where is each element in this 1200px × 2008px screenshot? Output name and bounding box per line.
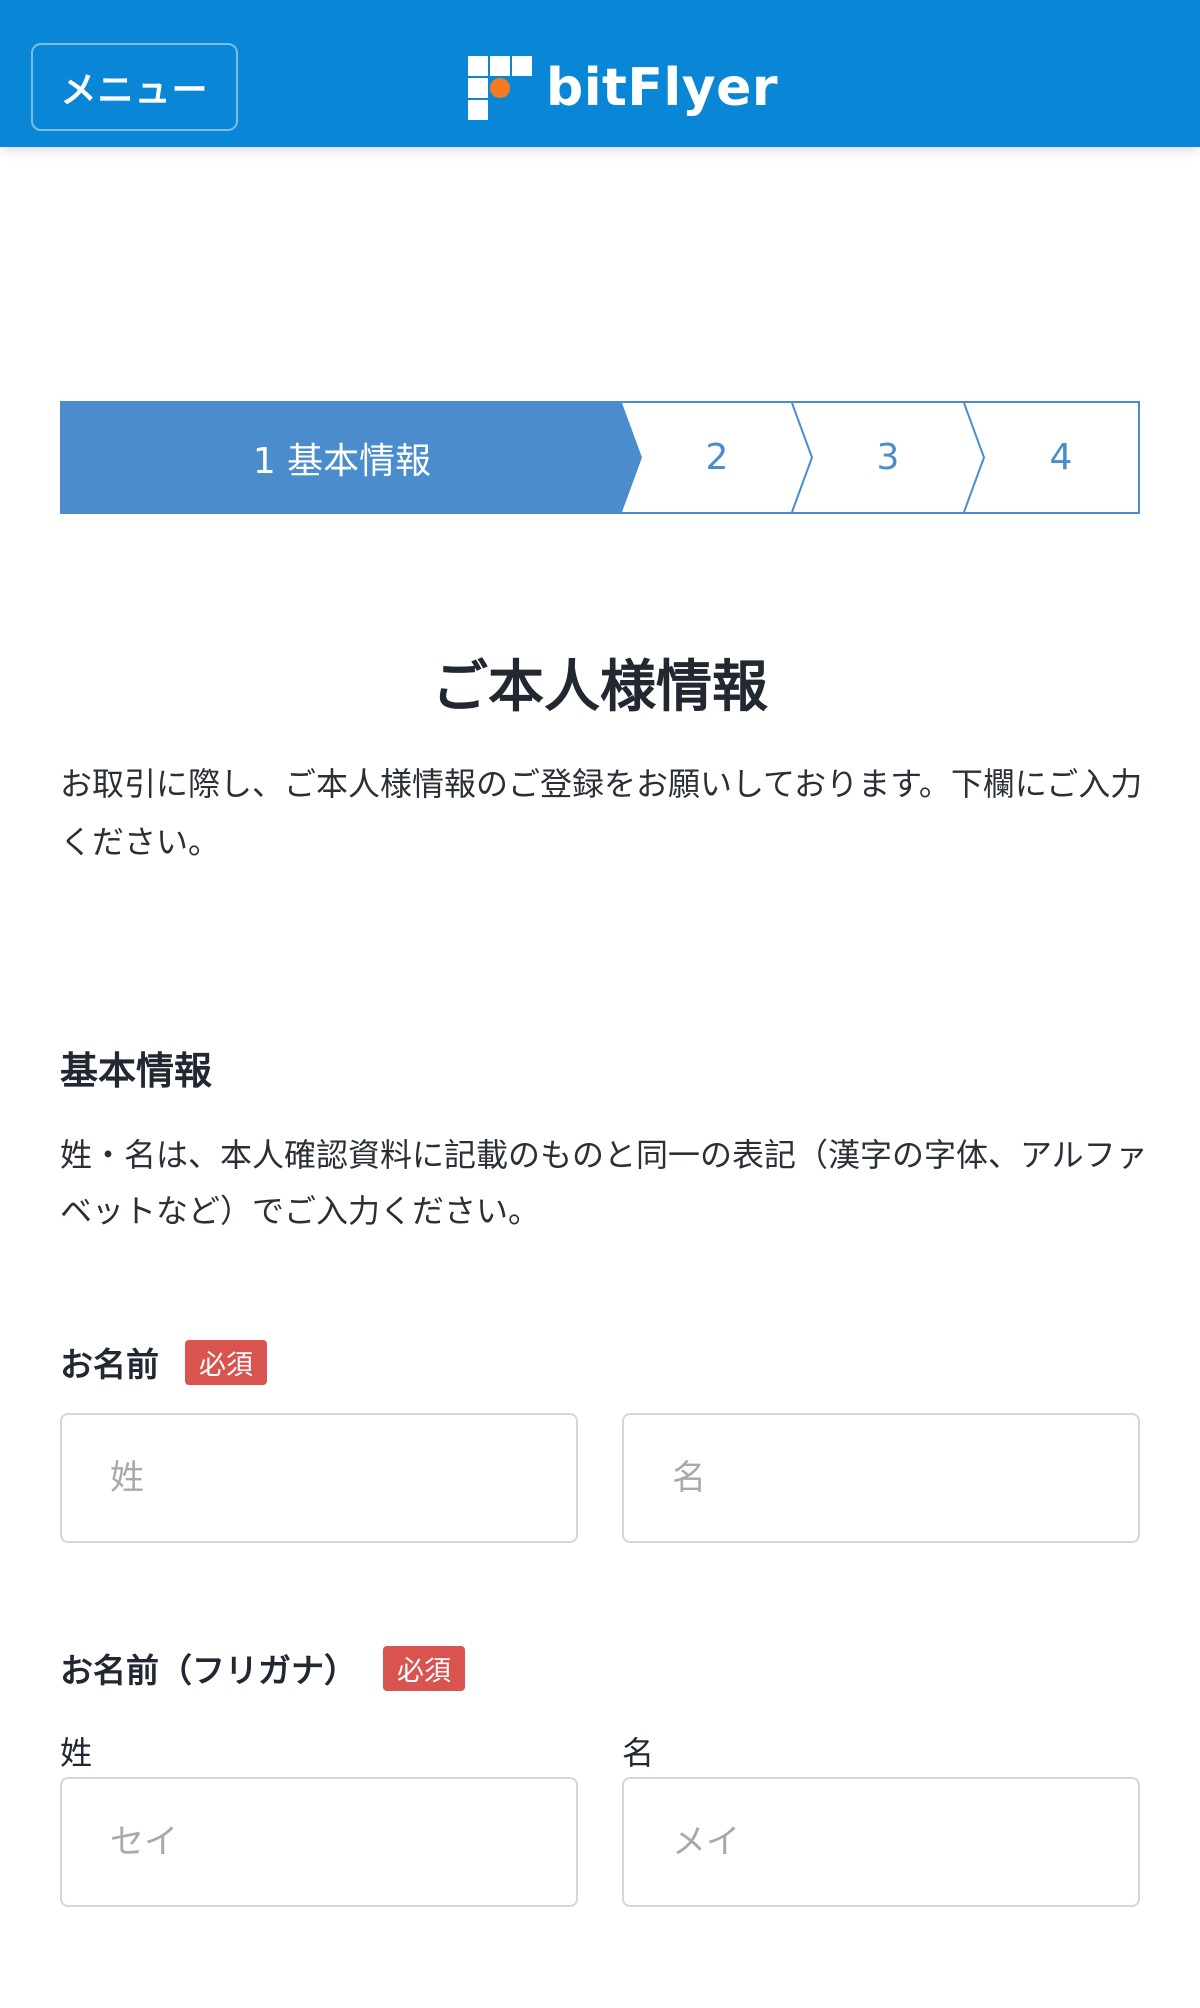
menu-button[interactable]: メニュー <box>31 43 238 131</box>
name-field-label: お名前 必須 <box>60 1338 267 1386</box>
bitflyer-logo-icon <box>468 56 532 120</box>
last-name-input[interactable] <box>60 1413 578 1543</box>
logo-text: bitFlyer <box>546 58 779 118</box>
first-name-kana-input[interactable] <box>622 1777 1140 1907</box>
kana-field-label: お名前（フリガナ） 必須 <box>60 1644 465 1692</box>
step-1: 1 基本情報 <box>252 440 432 482</box>
app-header: メニュー bitFlyer <box>0 0 1200 147</box>
intro-text: お取引に際し、ご本人様情報のご登録をお願いしております。下欄にご入力ください。 <box>60 765 1143 861</box>
progress-stepper: 1 基本情報 2 3 4 <box>60 401 1140 514</box>
page-title: ご本人様情報 <box>432 655 768 720</box>
required-badge: 必須 <box>383 1645 465 1691</box>
kana-last-sub-label: 姓 <box>60 1734 93 1772</box>
section-title: 基本情報 <box>60 1049 213 1093</box>
last-name-kana-input[interactable] <box>60 1777 578 1907</box>
bitflyer-logo[interactable]: bitFlyer <box>468 56 778 120</box>
kana-first-sub-label: 名 <box>622 1734 655 1772</box>
step-4: 4 <box>1049 437 1073 478</box>
first-name-input[interactable] <box>622 1413 1140 1543</box>
required-badge: 必須 <box>185 1339 267 1385</box>
step-3: 3 <box>876 437 900 478</box>
section-note: 姓・名は、本人確認資料に記載のものと同一の表記（漢字の字体、アルファベットなど）… <box>60 1136 1148 1230</box>
step-2: 2 <box>705 437 729 478</box>
kana-label-text: お名前（フリガナ） <box>60 1651 357 1690</box>
name-label-text: お名前 <box>60 1345 159 1384</box>
